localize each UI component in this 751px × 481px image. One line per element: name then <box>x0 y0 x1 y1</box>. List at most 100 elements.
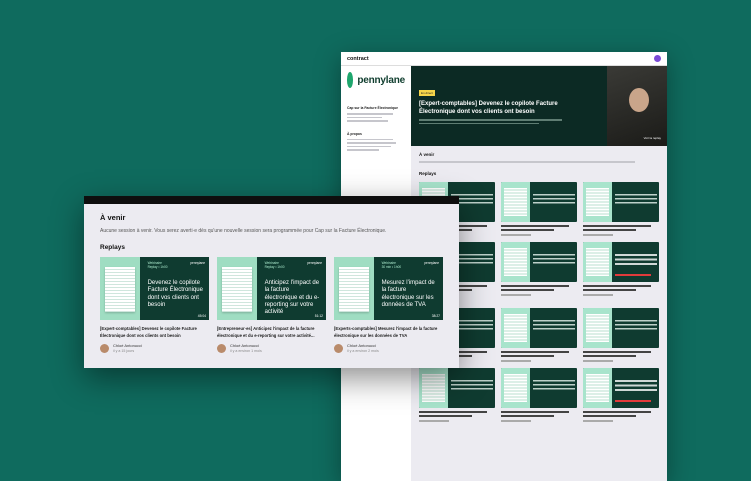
card-caption-line <box>501 410 570 413</box>
watch-replay-button[interactable]: Voir la replay <box>644 136 661 140</box>
replay-card[interactable]: Webinaire 30 min • 1h00 pennylane Mesure… <box>334 257 443 353</box>
logo-word: pennylane <box>357 74 405 86</box>
card-caption-line <box>583 354 637 357</box>
thumbnail-preview <box>334 257 375 320</box>
sidebar-line <box>347 149 379 151</box>
sidebar-section-title[interactable]: Cap sur la Facture Électronique <box>347 106 405 110</box>
card-caption-line <box>501 354 555 357</box>
replay-card[interactable] <box>419 367 495 422</box>
card-meta-line <box>583 419 614 422</box>
card-meta: Chloé Antonucci il y a 15 jours <box>100 343 209 353</box>
hero-sub-line <box>419 122 539 124</box>
card-caption-line <box>583 350 652 353</box>
card-caption[interactable]: [Expert-comptables] Devenez le copilote … <box>100 326 209 339</box>
replay-card[interactable] <box>583 307 659 362</box>
card-meta-line <box>583 233 614 236</box>
thumbnail-text: Webinaire 30 min • 1h00 pennylane Mesure… <box>378 257 443 320</box>
replay-card[interactable] <box>501 181 577 236</box>
card-caption-line <box>583 224 652 227</box>
card-logo: pennylane <box>307 261 322 265</box>
card-caption[interactable]: [Entrepreneur·es] Anticipez l'impact de … <box>217 326 326 339</box>
user-avatar[interactable] <box>654 55 661 62</box>
upcoming-title: À venir <box>419 152 435 157</box>
sidebar-line <box>347 116 382 118</box>
card-thumbnail <box>583 367 659 408</box>
card-title: Anticipez l'impact de la facture électro… <box>264 280 320 316</box>
card-meta: Chloé Antonucci il y a environ 1 mois <box>217 343 326 353</box>
card-meta-line <box>501 419 532 422</box>
card-caption-line <box>501 224 570 227</box>
card-thumbnail[interactable]: Webinaire Replay • 1h00 pennylane Devene… <box>100 257 209 320</box>
sidebar-line <box>347 113 394 115</box>
live-badge: En direct <box>419 90 435 96</box>
card-thumbnail <box>419 367 495 408</box>
card-date: il y a environ 2 mois <box>347 349 379 353</box>
author-avatar <box>217 343 226 353</box>
spreadsheet-icon <box>339 267 370 312</box>
card-caption-line <box>583 414 637 417</box>
card-author: Chloé Antonucci <box>230 343 259 348</box>
hero-banner[interactable]: En direct [Expert-comptables] Devenez le… <box>411 66 667 146</box>
card-thumbnail[interactable]: Webinaire Replay • 1h00 pennylane Antici… <box>217 257 326 320</box>
card-meta-line <box>583 293 614 296</box>
logo-icon <box>347 72 354 88</box>
card-duration: 45:04 <box>197 314 206 318</box>
thumbnail-text: Webinaire Replay • 1h00 pennylane Devene… <box>144 257 209 320</box>
sidebar-line <box>347 120 388 122</box>
sidebar-line <box>347 145 391 147</box>
card-thumbnail <box>501 367 577 408</box>
card-date: il y a environ 1 mois <box>230 349 262 353</box>
hero-title: [Expert-comptables] Devenez le copilote … <box>419 101 558 115</box>
pennylane-logo: pennylane <box>347 72 405 88</box>
card-caption-line <box>583 284 652 287</box>
card-meta-line <box>501 293 532 296</box>
replay-card[interactable] <box>501 367 577 422</box>
card-date: il y a 15 jours <box>113 349 135 353</box>
card-meta-line <box>419 419 450 422</box>
replay-card[interactable] <box>583 241 659 296</box>
spreadsheet-icon <box>105 267 136 312</box>
card-caption-line <box>501 284 570 287</box>
replay-card[interactable] <box>501 307 577 362</box>
front-top-bar <box>84 196 459 204</box>
sidebar-line <box>347 138 394 140</box>
card-caption-line <box>583 410 652 413</box>
replay-grid: Webinaire Replay • 1h00 pennylane Devene… <box>100 257 443 353</box>
replay-card[interactable]: Webinaire Replay • 1h00 pennylane Antici… <box>217 257 326 353</box>
thumbnail-text: Webinaire Replay • 1h00 pennylane Antici… <box>261 257 326 320</box>
card-author: Chloé Antonucci <box>347 343 376 348</box>
hero-sub-line <box>419 119 562 121</box>
speaker-face <box>629 88 649 112</box>
card-thumbnail <box>583 241 659 282</box>
card-caption-line <box>419 414 473 417</box>
card-caption-line <box>419 410 488 413</box>
author-avatar <box>100 343 109 353</box>
card-duration: 38:27 <box>431 314 440 318</box>
card-author: Chloé Antonucci <box>113 343 142 348</box>
card-thumbnail <box>501 181 577 222</box>
card-meta-line <box>501 359 532 362</box>
upcoming-text: Aucune session à venir. Vous serez avert… <box>100 228 387 234</box>
sidebar-about-title: À propos <box>347 131 362 136</box>
replay-card[interactable] <box>583 181 659 236</box>
replay-card[interactable] <box>583 367 659 422</box>
card-logo: pennylane <box>190 261 205 265</box>
card-thumbnail <box>501 307 577 348</box>
author-avatar <box>334 343 343 353</box>
card-caption-line <box>583 288 637 291</box>
card-caption-line <box>583 228 637 231</box>
replay-card[interactable] <box>501 241 577 296</box>
replay-card[interactable]: Webinaire Replay • 1h00 pennylane Devene… <box>100 257 209 353</box>
brand-label: contract <box>347 55 369 62</box>
upcoming-section: À venir Replays <box>411 146 667 176</box>
card-caption-line <box>501 414 555 417</box>
upcoming-text-line <box>419 161 635 163</box>
front-screenshot: À venir Aucune session à venir. Vous ser… <box>84 196 459 368</box>
card-thumbnail <box>583 181 659 222</box>
card-title: Devenez le copilote Facture Électronique… <box>147 280 203 308</box>
card-caption[interactable]: [Experts-comptables] Mesurez l'impact de… <box>334 326 443 339</box>
card-thumbnail[interactable]: Webinaire 30 min • 1h00 pennylane Mesure… <box>334 257 443 320</box>
spreadsheet-icon <box>222 267 253 312</box>
top-bar: contract <box>341 52 667 66</box>
speaker-photo <box>607 66 667 146</box>
